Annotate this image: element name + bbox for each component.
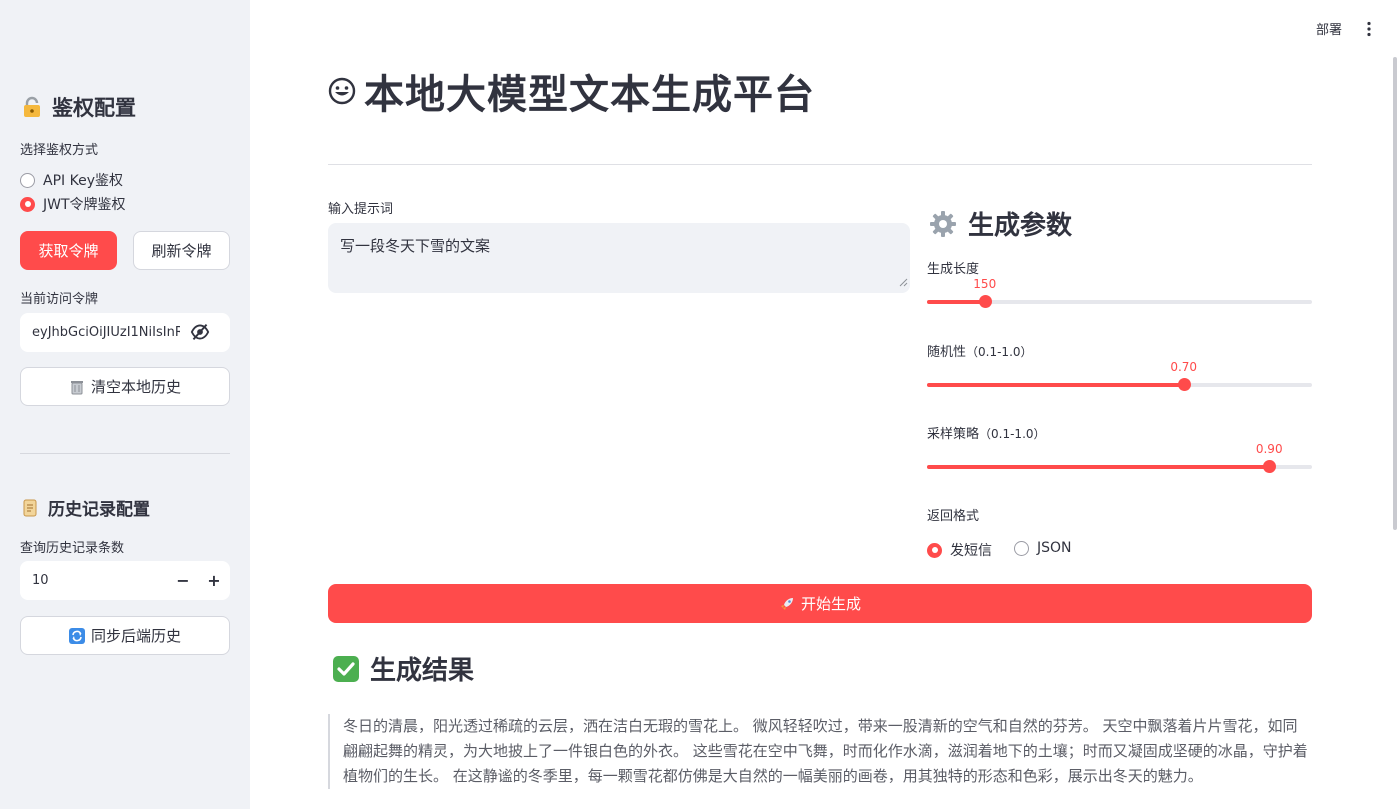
radio-api-key-label: API Key鉴权 bbox=[43, 173, 123, 189]
token-label: 当前访问令牌 bbox=[20, 292, 99, 307]
radio-format-json-indicator[interactable] bbox=[1014, 540, 1029, 556]
slider-temperature-hint: （0.1-1.0） bbox=[966, 345, 1033, 359]
slider-topp[interactable]: 0.90 bbox=[927, 442, 1312, 473]
clear-history-label: 清空本地历史 bbox=[90, 378, 181, 396]
slider-topp-hint: （0.1-1.0） bbox=[979, 427, 1046, 441]
page-title-text: 本地大模型文本生成平台 bbox=[364, 72, 815, 118]
radio-format-json[interactable]: JSON bbox=[1014, 540, 1072, 556]
token-value: eyJhbGciOiJIUzI1NiIsInR5cCI6IkpXVCJ9 bbox=[32, 325, 180, 340]
result-text: 冬日的清晨，阳光透过稀疏的云层，洒在洁白无瑕的雪花上。 微风轻轻吹过，带来一股清… bbox=[328, 714, 1312, 789]
generate-label: 开始生成 bbox=[800, 595, 861, 613]
scroll-icon bbox=[20, 498, 40, 518]
params-title: 生成参数 bbox=[968, 211, 1073, 241]
history-count-label: 查询历史记录条数 bbox=[20, 541, 125, 556]
slider-temperature[interactable]: 0.70 bbox=[927, 360, 1312, 391]
auth-method-label: 选择鉴权方式 bbox=[20, 143, 99, 158]
generate-button[interactable]: 开始生成 bbox=[328, 584, 1312, 623]
sidebar: 鉴权配置 选择鉴权方式 API Key鉴权 JWT令牌鉴权 获取令牌 刷新令牌 … bbox=[0, 0, 250, 809]
slider-temperature-thumb[interactable] bbox=[1177, 378, 1191, 391]
get-token-button[interactable]: 获取令牌 bbox=[20, 231, 117, 270]
slider-temperature-value: 0.70 bbox=[1170, 360, 1198, 374]
auth-config-title: 鉴权配置 bbox=[52, 96, 136, 120]
slider-temperature-label: 随机性（0.1-1.0） bbox=[927, 341, 1033, 360]
scrollbar[interactable] bbox=[1393, 57, 1397, 530]
gear-icon bbox=[928, 209, 958, 239]
deploy-button[interactable]: 部署 bbox=[1316, 19, 1342, 38]
radio-format-sms-indicator[interactable] bbox=[927, 542, 942, 558]
resize-grip-icon[interactable] bbox=[899, 273, 908, 291]
history-config-heading: 历史记录配置 bbox=[20, 495, 150, 520]
radio-jwt[interactable]: JWT令牌鉴权 bbox=[20, 194, 126, 214]
sync-icon bbox=[68, 627, 85, 644]
sync-history-button[interactable]: 同步后端历史 bbox=[20, 616, 230, 655]
history-count-input[interactable]: 10 − + bbox=[20, 561, 230, 600]
rocket-icon bbox=[779, 596, 795, 612]
token-input[interactable]: eyJhbGciOiJIUzI1NiIsInR5cCI6IkpXVCJ9 bbox=[20, 313, 230, 352]
refresh-token-button[interactable]: 刷新令牌 bbox=[133, 231, 230, 270]
decrement-button[interactable]: − bbox=[168, 561, 198, 600]
slider-topp-fill bbox=[927, 465, 1270, 469]
radio-format-sms[interactable]: 发短信 bbox=[927, 540, 992, 560]
page-title: 本地大模型文本生成平台 bbox=[328, 62, 815, 120]
eye-off-icon[interactable] bbox=[190, 323, 210, 345]
slider-topp-label: 采样策略（0.1-1.0） bbox=[927, 423, 1046, 442]
radio-jwt-label: JWT令牌鉴权 bbox=[43, 197, 126, 213]
radio-api-key-indicator[interactable] bbox=[20, 172, 35, 188]
slider-length[interactable]: 150 bbox=[927, 277, 1312, 308]
more-menu-icon[interactable] bbox=[1360, 20, 1378, 38]
radio-jwt-indicator[interactable] bbox=[20, 196, 35, 212]
auth-config-heading: 鉴权配置 bbox=[20, 92, 136, 122]
result-heading: 生成结果 bbox=[332, 650, 474, 687]
prompt-text: 写一段冬天下雪的文案 bbox=[340, 237, 491, 255]
slider-length-label: 生成长度 bbox=[927, 258, 979, 277]
prompt-textarea[interactable]: 写一段冬天下雪的文案 bbox=[328, 223, 910, 293]
trash-icon bbox=[69, 379, 85, 395]
slider-length-label-text: 生成长度 bbox=[927, 262, 980, 277]
title-divider bbox=[328, 164, 1312, 165]
slider-length-value: 150 bbox=[973, 277, 997, 291]
sync-history-label: 同步后端历史 bbox=[90, 627, 181, 645]
slider-length-thumb[interactable] bbox=[978, 295, 992, 308]
history-config-title: 历史记录配置 bbox=[48, 500, 150, 520]
sidebar-divider bbox=[20, 453, 230, 454]
format-label: 返回格式 bbox=[927, 509, 980, 524]
params-heading: 生成参数 bbox=[928, 205, 1072, 242]
clear-history-button[interactable]: 清空本地历史 bbox=[20, 367, 230, 406]
slider-topp-thumb[interactable] bbox=[1263, 460, 1277, 473]
grinning-face-icon bbox=[328, 77, 356, 105]
history-count-value: 10 bbox=[32, 573, 49, 588]
radio-api-key[interactable]: API Key鉴权 bbox=[20, 170, 123, 190]
slider-temperature-label-text: 随机性 bbox=[927, 345, 967, 360]
radio-format-json-label: JSON bbox=[1037, 540, 1072, 556]
slider-topp-value: 0.90 bbox=[1255, 442, 1283, 456]
result-title: 生成结果 bbox=[370, 656, 475, 686]
increment-button[interactable]: + bbox=[199, 561, 229, 600]
slider-temperature-fill bbox=[927, 383, 1184, 387]
lock-icon bbox=[20, 95, 44, 119]
slider-topp-label-text: 采样策略 bbox=[927, 427, 980, 442]
prompt-label: 输入提示词 bbox=[328, 202, 394, 217]
radio-format-sms-label: 发短信 bbox=[950, 543, 992, 559]
check-box-icon bbox=[332, 655, 360, 683]
slider-length-fill bbox=[927, 300, 985, 304]
